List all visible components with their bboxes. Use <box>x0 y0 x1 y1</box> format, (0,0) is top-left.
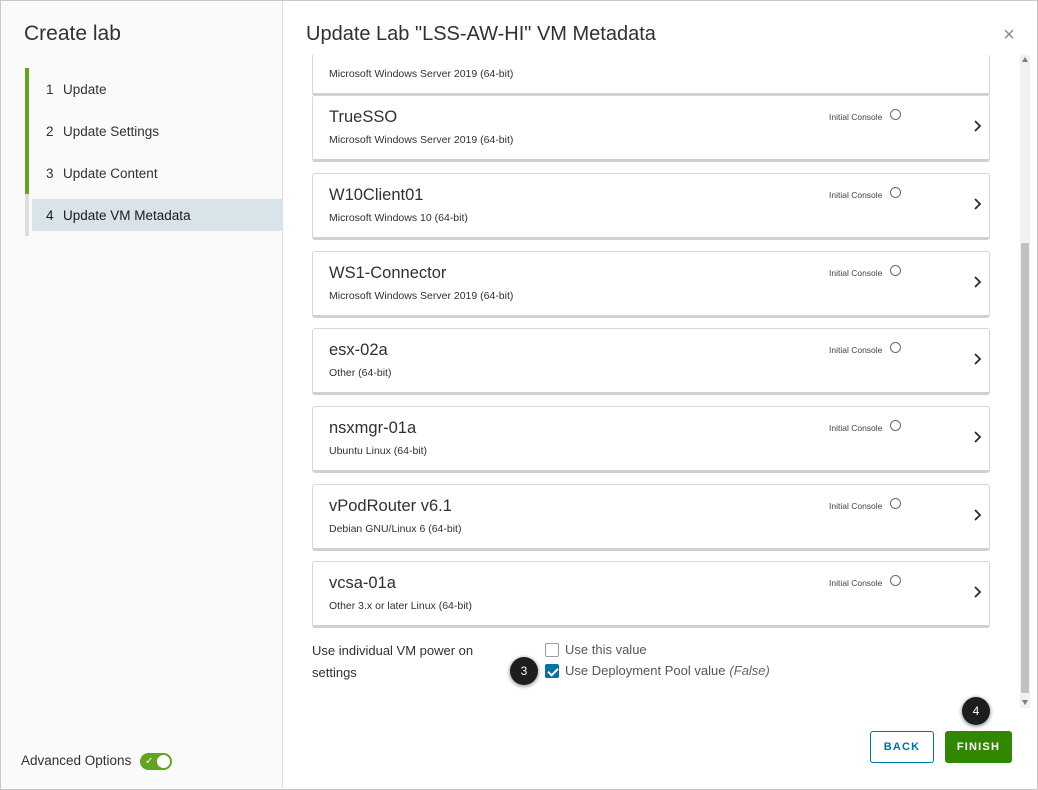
vm-name: vPodRouter v6.1 <box>329 497 452 515</box>
vm-os: Microsoft Windows 10 (64-bit) <box>329 212 468 224</box>
vm-os: Microsoft Windows Server 2019 (64-bit) <box>329 134 514 146</box>
vertical-scrollbar[interactable] <box>1020 55 1030 708</box>
vm-name: vcsa-01a <box>329 574 396 592</box>
scroll-up-arrow-icon[interactable] <box>1022 57 1028 62</box>
use-this-value-checkbox[interactable] <box>545 642 559 657</box>
chevron-right-icon[interactable] <box>973 275 983 289</box>
power-on-settings-label: Use individual VM power on settings <box>312 643 474 680</box>
list-item[interactable]: Microsoft Windows Server 2019 (64-bit) <box>312 55 990 96</box>
step-callout-4: 4 <box>962 697 990 725</box>
initial-console-radio[interactable] <box>890 342 901 353</box>
back-button[interactable]: BACK <box>870 731 934 763</box>
advanced-options-toggle[interactable]: ✓ <box>140 753 172 770</box>
initial-console-radio[interactable] <box>890 498 901 509</box>
vm-name: WS1-Connector <box>329 264 447 282</box>
use-this-value-option[interactable]: Use this value <box>545 642 647 657</box>
vm-name: W10Client01 <box>329 186 424 204</box>
list-item[interactable]: nsxmgr-01a Ubuntu Linux (64-bit) Initial… <box>312 406 990 473</box>
step-number: 3 <box>46 165 54 181</box>
chevron-right-icon[interactable] <box>973 508 983 522</box>
list-item[interactable]: vcsa-01a Other 3.x or later Linux (64-bi… <box>312 561 990 628</box>
initial-console-label: Initial Console <box>829 423 883 433</box>
vm-os: Other (64-bit) <box>329 367 392 379</box>
step-number: 1 <box>46 81 54 97</box>
finish-button[interactable]: FINISH <box>945 731 1012 763</box>
initial-console-radio[interactable] <box>890 420 901 431</box>
vm-list: Microsoft Windows Server 2019 (64-bit) T… <box>306 55 1019 695</box>
initial-console-radio[interactable] <box>890 187 901 198</box>
step-update-settings[interactable]: 2 Update Settings <box>25 110 282 152</box>
initial-console-radio[interactable] <box>890 109 901 120</box>
use-deployment-pool-value-option[interactable]: Use Deployment Pool value (False) <box>545 663 770 678</box>
chevron-right-icon[interactable] <box>973 585 983 599</box>
initial-console-radio[interactable] <box>890 575 901 586</box>
step-number: 4 <box>46 207 54 223</box>
list-item[interactable]: TrueSSO Microsoft Windows Server 2019 (6… <box>312 95 990 162</box>
chevron-right-icon[interactable] <box>973 430 983 444</box>
vm-os: Microsoft Windows Server 2019 (64-bit) <box>329 290 514 302</box>
vm-os: Other 3.x or later Linux (64-bit) <box>329 600 472 612</box>
step-label: Update Settings <box>63 123 160 139</box>
chevron-right-icon[interactable] <box>973 197 983 211</box>
step-number: 2 <box>46 123 54 139</box>
step-update-vm-metadata[interactable]: 4 Update VM Metadata <box>25 194 282 236</box>
vm-name: esx-02a <box>329 341 388 359</box>
scrollbar-thumb[interactable] <box>1021 243 1029 693</box>
vm-os: Ubuntu Linux (64-bit) <box>329 445 428 457</box>
initial-console-radio[interactable] <box>890 265 901 276</box>
pool-value-suffix: (False) <box>729 663 770 678</box>
step-update-content[interactable]: 3 Update Content <box>25 152 282 194</box>
list-item[interactable]: esx-02a Other (64-bit) Initial Console <box>312 328 990 395</box>
initial-console-label: Initial Console <box>829 268 883 278</box>
step-label: Update <box>63 81 107 97</box>
use-deployment-pool-value-checkbox[interactable] <box>545 663 559 678</box>
step-label: Update Content <box>63 165 158 181</box>
initial-console-label: Initial Console <box>829 190 883 200</box>
vm-os: Microsoft Windows Server 2019 (64-bit) <box>329 68 514 80</box>
step-label: Update VM Metadata <box>63 207 191 223</box>
list-item[interactable]: W10Client01 Microsoft Windows 10 (64-bit… <box>312 173 990 240</box>
wizard-sidebar: Create lab 1 Update 2 Update Settings 3 … <box>1 1 283 788</box>
initial-console-label: Initial Console <box>829 578 883 588</box>
vm-name: nsxmgr-01a <box>329 419 417 437</box>
initial-console-label: Initial Console <box>829 112 883 122</box>
use-deployment-pool-value-label: Use Deployment Pool value <box>565 663 726 678</box>
wizard-steps: 1 Update 2 Update Settings 3 Update Cont… <box>25 68 282 236</box>
step-callout-3: 3 <box>510 657 538 685</box>
vm-os: Debian GNU/Linux 6 (64-bit) <box>329 523 462 535</box>
close-icon[interactable]: × <box>1000 25 1018 45</box>
advanced-options-label: Advanced Options <box>21 753 132 768</box>
chevron-right-icon[interactable] <box>973 119 983 133</box>
list-item[interactable]: vPodRouter v6.1 Debian GNU/Linux 6 (64-b… <box>312 484 990 551</box>
scroll-down-arrow-icon[interactable] <box>1022 700 1028 705</box>
chevron-right-icon[interactable] <box>973 352 983 366</box>
use-this-value-label: Use this value <box>565 642 647 657</box>
wizard-title: Create lab <box>24 22 121 45</box>
step-update[interactable]: 1 Update <box>25 68 282 110</box>
vm-name: TrueSSO <box>329 108 398 126</box>
list-item[interactable]: WS1-Connector Microsoft Windows Server 2… <box>312 251 990 318</box>
initial-console-label: Initial Console <box>829 345 883 355</box>
page-title: Update Lab "LSS-AW-HI" VM Metadata <box>306 23 656 45</box>
check-icon: ✓ <box>145 756 154 767</box>
initial-console-label: Initial Console <box>829 501 883 511</box>
